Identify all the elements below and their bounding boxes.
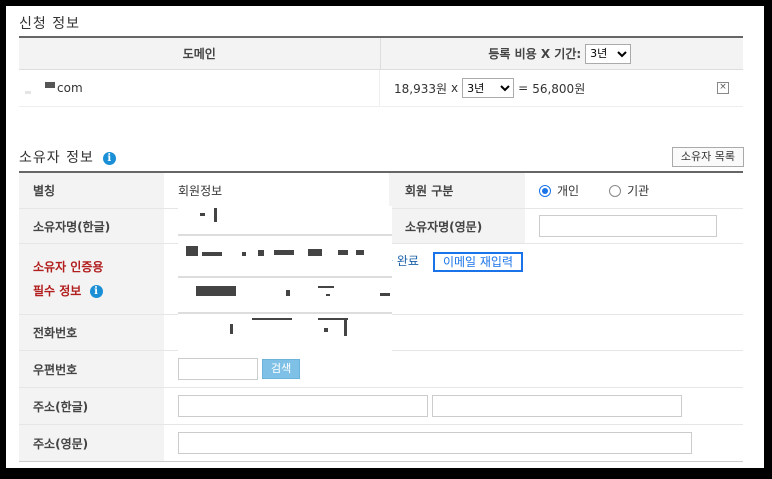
address-en-label: 주소(영문) [19,425,164,461]
fee-column-label: 등록 비용 X 기간: [488,47,582,61]
auth-label: 소유자 인증용 필수 정보 i [19,244,164,314]
email-reenter-button[interactable]: 이메일 재입력 [432,252,523,272]
equals-sign: = [518,81,529,95]
address-en-row: 주소(영문) [19,425,743,461]
phone-value [164,315,178,350]
auth-info-icon[interactable]: i [89,285,103,298]
radio-org[interactable]: 기관 [609,182,649,199]
member-type-label: 회원 구분 [389,173,525,208]
address-kr-input-1[interactable] [178,395,428,417]
postal-label: 우편번호 [19,351,164,387]
address-en-input[interactable] [178,432,692,454]
domain-cell: com [19,70,380,106]
redacted-domain [25,90,31,94]
postal-row: 우편번호 검색 [19,351,743,388]
domain-column-header: 도메인 [19,38,381,69]
radio-individual-label: 개인 [557,184,580,198]
redacted-domain-mark [45,82,55,88]
radio-individual[interactable]: 개인 [539,182,579,199]
radio-individual-dot[interactable] [539,184,551,197]
application-form: 신청 정보 도메인 등록 비용 X 기간: 3년 com 18,933원 x 3… [6,6,764,468]
name-en-label: 소유자명(영문) [389,209,525,243]
domain-suffix: com [57,81,83,95]
domain-table: 도메인 등록 비용 X 기간: 3년 com 18,933원 x 3년 = 56… [19,36,743,107]
address-kr-label: 주소(한글) [19,388,164,424]
application-info-title: 신청 정보 [19,16,80,32]
auth-label-line2: 필수 정보 i [33,279,103,303]
postal-search-button[interactable]: 검색 [262,359,301,379]
name-en-cell [525,209,717,243]
address-en-cell [164,425,692,461]
redaction-overlay [178,206,392,352]
owner-info-title-text: 소유자 정보 [19,150,94,166]
remove-domain-icon[interactable]: × [717,82,729,94]
auth-label-line2-text: 필수 정보 [33,284,82,298]
owner-list-button[interactable]: 소유자 목록 [671,147,744,167]
name-kr-label: 소유자명(한글) [19,209,164,243]
multiply-sign: x [451,81,459,95]
domain-table-header: 도메인 등록 비용 X 기간: 3년 [19,38,743,70]
unit-price: 18,933원 [394,81,448,96]
address-kr-cell [164,388,682,424]
domain-row: com 18,933원 x 3년 = 56,800원 × [19,70,743,107]
total-price: 56,800원 [532,81,586,96]
member-type-options: 개인 기관 [525,173,679,208]
nickname-value: 회원정보 [178,184,223,198]
info-icon[interactable]: i [103,151,117,165]
address-kr-row: 주소(한글) [19,388,743,425]
radio-org-dot[interactable] [609,184,622,197]
radio-org-label: 기관 [627,184,650,198]
fee-column-header: 등록 비용 X 기간: 3년 [381,38,744,69]
phone-label: 전화번호 [19,315,164,350]
period-select[interactable]: 3년 [462,78,515,98]
header-period-select[interactable]: 3년 [585,43,632,64]
postal-input[interactable] [178,358,258,380]
owner-info-title: 소유자 정보 i [19,147,117,167]
nickname-row: 별칭 회원정보 회원 구분 개인 기관 [19,173,743,209]
address-kr-input-2[interactable] [432,395,682,417]
postal-cell: 검색 [164,351,301,387]
fee-cell: 18,933원 x 3년 = 56,800원 × [380,70,743,106]
nickname-label: 별칭 [19,173,164,208]
auth-label-line1: 소유자 인증용 [33,260,104,274]
name-en-input[interactable] [539,215,717,237]
